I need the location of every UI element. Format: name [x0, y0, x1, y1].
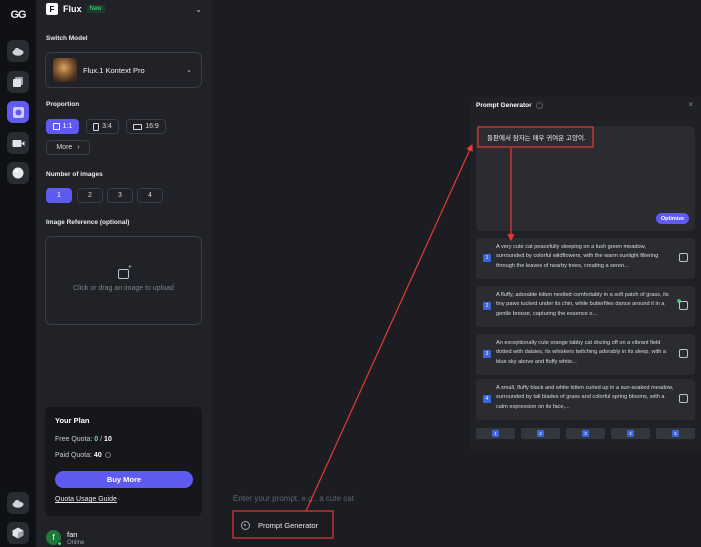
- suggestion-nav-button[interactable]: 3: [566, 428, 605, 439]
- new-badge: New: [86, 5, 105, 13]
- image-add-icon: [118, 264, 132, 279]
- landscape-ratio-icon: [133, 123, 143, 130]
- num-images-2-button[interactable]: 2: [77, 188, 103, 203]
- edit-icon[interactable]: [679, 394, 688, 403]
- user-status: Online: [67, 540, 85, 546]
- suggestion-number: 2: [483, 302, 491, 310]
- proportion-label: Proportion: [46, 101, 80, 108]
- num-images-3-button[interactable]: 3: [107, 188, 133, 203]
- box-icon[interactable]: [7, 522, 29, 544]
- upload-hint: Click or drag an image to upload: [73, 285, 174, 292]
- icon-rail: GG: [0, 0, 36, 547]
- suggestion-card[interactable]: 1 A very cute cat peacefully sleeping on…: [476, 238, 695, 279]
- help-icon[interactable]: [535, 102, 543, 109]
- suggestion-text: A small, fluffy black and white kitten c…: [496, 385, 674, 410]
- edit-icon[interactable]: [679, 253, 688, 262]
- free-quota: Free Quota: 0 / 10: [55, 436, 112, 443]
- sphere-icon[interactable]: [7, 162, 29, 184]
- num-images-4-button[interactable]: 4: [137, 188, 163, 203]
- edit-icon[interactable]: [679, 301, 688, 310]
- user-name: fan: [67, 530, 78, 539]
- quota-usage-guide-link[interactable]: Quota Usage Guide: [55, 496, 117, 503]
- proportion-3-4-button[interactable]: 3:4: [86, 119, 119, 134]
- portrait-ratio-icon: [93, 122, 100, 131]
- suggestion-text: A very cute cat peacefully sleeping on a…: [496, 244, 659, 269]
- nav-number: 3: [582, 430, 589, 437]
- free-quota-label: Free Quota:: [55, 436, 95, 443]
- suggestion-nav-button[interactable]: 2: [521, 428, 560, 439]
- video-icon[interactable]: [7, 132, 29, 154]
- info-icon[interactable]: [104, 452, 111, 458]
- model-family-selector[interactable]: F Flux New ⌄: [46, 2, 202, 16]
- paid-quota: Paid Quota: 40: [55, 452, 111, 459]
- model-family-name: Flux: [63, 4, 82, 14]
- flux-logo: F: [46, 3, 58, 15]
- suggestion-text: An exceptionally cute orange tabby cat d…: [496, 340, 667, 365]
- online-indicator: [57, 541, 62, 546]
- chevron-down-icon: ⌄: [186, 67, 192, 74]
- suggestion-card[interactable]: 3 An exceptionally cute orange tabby cat…: [476, 334, 695, 375]
- chevron-right-icon: ›: [77, 144, 80, 151]
- prompt-generator-button[interactable]: Prompt Generator: [234, 513, 333, 538]
- prompt-generator-title: Prompt Generator: [476, 102, 532, 109]
- number-of-images-label: Number of images: [46, 171, 103, 178]
- prompt-generator-input-text: 들판에서 잠자는 매우 귀여운 고양이.: [487, 135, 586, 142]
- gear-icon: [241, 521, 250, 530]
- close-icon[interactable]: ×: [688, 100, 693, 109]
- suggestion-number: 3: [483, 350, 491, 358]
- prompt-generator-button-label: Prompt Generator: [258, 521, 319, 530]
- suggestion-nav-button[interactable]: 5: [656, 428, 695, 439]
- proportion-16-9-label: 16:9: [145, 123, 159, 130]
- app-logo[interactable]: GG: [6, 6, 30, 24]
- prompt-generator-panel: Prompt Generator × 들판에서 잠자는 매우 귀여운 고양이. …: [471, 97, 701, 452]
- prompt-generator-header: Prompt Generator: [476, 102, 543, 109]
- edit-icon[interactable]: [679, 349, 688, 358]
- proportion-1-1-button[interactable]: 1:1: [46, 119, 79, 134]
- nav-number: 1: [492, 430, 499, 437]
- gallery-icon[interactable]: [7, 101, 29, 123]
- nav-number: 4: [627, 430, 634, 437]
- proportion-16-9-button[interactable]: 16:9: [126, 119, 166, 134]
- nav-number: 2: [537, 430, 544, 437]
- paid-quota-value: 40: [93, 452, 102, 459]
- cloud-icon[interactable]: [7, 40, 29, 62]
- suggestion-card[interactable]: 2 A fluffy, adorable kitten nestled comf…: [476, 286, 695, 327]
- nav-number: 5: [672, 430, 679, 437]
- chevron-down-icon[interactable]: ⌄: [195, 5, 202, 14]
- suggestion-number: 1: [483, 254, 491, 262]
- image-upload-dropzone[interactable]: Click or drag an image to upload: [45, 236, 202, 325]
- prompt-input[interactable]: [233, 492, 533, 504]
- suggestion-card[interactable]: 4 A small, fluffy black and white kitten…: [476, 379, 695, 420]
- model-select[interactable]: Flux.1 Kontext Pro ⌄: [45, 52, 202, 88]
- model-thumbnail: [53, 58, 77, 82]
- image-reference-label: Image Reference (optional): [46, 219, 130, 226]
- num-images-1-button[interactable]: 1: [46, 188, 72, 203]
- cloud-bottom-icon[interactable]: [7, 492, 29, 514]
- proportion-1-1-label: 1:1: [62, 123, 73, 130]
- model-select-value: Flux.1 Kontext Pro: [83, 65, 145, 75]
- buy-more-button[interactable]: Buy More: [55, 471, 193, 488]
- image-stack-icon[interactable]: [7, 71, 29, 93]
- user-profile[interactable]: f fan Online: [46, 530, 206, 547]
- plan-title: Your Plan: [55, 416, 90, 425]
- suggestion-nav-button[interactable]: 1: [476, 428, 515, 439]
- switch-model-label: Switch Model: [46, 35, 88, 42]
- prompt-generator-textarea[interactable]: 들판에서 잠자는 매우 귀여운 고양이. Optimize: [476, 126, 695, 231]
- proportion-3-4-label: 3:4: [102, 123, 112, 130]
- paid-quota-label: Paid Quota:: [55, 452, 94, 459]
- proportion-more-label: More: [56, 144, 73, 151]
- plan-card: Your Plan Free Quota: 0 / 10 Paid Quota:…: [45, 407, 202, 516]
- suggestion-nav-button[interactable]: 4: [611, 428, 650, 439]
- free-quota-total: 10: [104, 436, 112, 443]
- square-ratio-icon: [52, 123, 60, 130]
- optimize-button[interactable]: Optimize: [656, 213, 689, 224]
- proportion-more-button[interactable]: More ›: [46, 140, 90, 155]
- suggestion-text: A fluffy, adorable kitten nestled comfor…: [496, 292, 669, 317]
- suggestion-number: 4: [483, 395, 491, 403]
